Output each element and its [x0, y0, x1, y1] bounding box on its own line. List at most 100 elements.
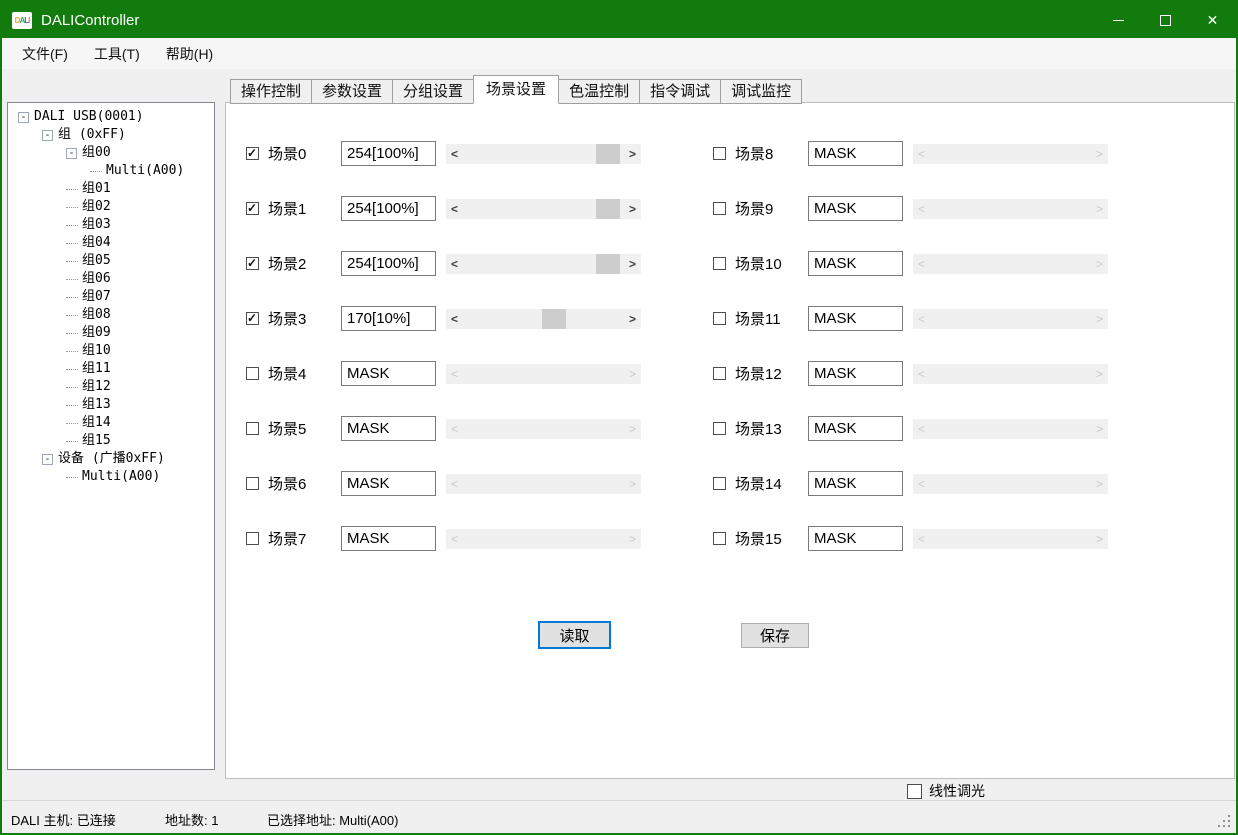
scene-slider[interactable]: < >	[913, 364, 1108, 384]
close-button[interactable]: ✕	[1189, 2, 1236, 38]
scroll-right-icon[interactable]: >	[624, 529, 641, 549]
scroll-left-icon[interactable]: <	[913, 474, 930, 494]
scene-slider[interactable]: < >	[446, 474, 641, 494]
scroll-track[interactable]	[930, 254, 1091, 274]
menu-help[interactable]: 帮助(H)	[166, 44, 213, 64]
tree-item[interactable]: 组03	[10, 216, 214, 234]
scene-slider[interactable]: < >	[913, 529, 1108, 549]
scroll-track[interactable]	[930, 419, 1091, 439]
tree-item[interactable]: 组10	[10, 342, 214, 360]
tree-item[interactable]: 组09	[10, 324, 214, 342]
scroll-right-icon[interactable]: >	[1091, 199, 1108, 219]
scroll-left-icon[interactable]: <	[913, 364, 930, 384]
scroll-left-icon[interactable]: <	[446, 529, 463, 549]
scroll-track[interactable]	[463, 144, 624, 164]
scene-checkbox[interactable]	[246, 367, 259, 380]
save-button[interactable]: 保存	[741, 623, 809, 648]
scroll-left-icon[interactable]: <	[446, 364, 463, 384]
scroll-track[interactable]	[930, 474, 1091, 494]
tree-item[interactable]: 组15	[10, 432, 214, 450]
tab-command-debug[interactable]: 指令调试	[639, 79, 721, 104]
tab-parameter-settings[interactable]: 参数设置	[311, 79, 393, 104]
scene-checkbox[interactable]	[246, 312, 259, 325]
scene-value-input[interactable]	[341, 141, 436, 166]
scene-checkbox[interactable]	[246, 202, 259, 215]
scene-value-input[interactable]	[808, 526, 903, 551]
tree-item[interactable]: -组00	[10, 144, 214, 162]
tab-debug-monitor[interactable]: 调试监控	[720, 79, 802, 104]
tree-item[interactable]: 组11	[10, 360, 214, 378]
scene-checkbox[interactable]	[713, 422, 726, 435]
menu-tools[interactable]: 工具(T)	[94, 44, 140, 64]
scene-slider[interactable]: < >	[913, 419, 1108, 439]
scene-checkbox[interactable]	[713, 367, 726, 380]
tree-expander-icon[interactable]: -	[66, 148, 77, 159]
scroll-right-icon[interactable]: >	[624, 474, 641, 494]
scroll-right-icon[interactable]: >	[624, 309, 641, 329]
linear-dimming-checkbox[interactable]	[907, 784, 922, 799]
scroll-right-icon[interactable]: >	[624, 419, 641, 439]
scene-checkbox[interactable]	[246, 532, 259, 545]
scroll-right-icon[interactable]: >	[624, 254, 641, 274]
scene-value-input[interactable]	[808, 361, 903, 386]
tree-item[interactable]: -设备 (广播0xFF)	[10, 450, 214, 468]
scroll-thumb[interactable]	[596, 144, 620, 164]
scroll-right-icon[interactable]: >	[624, 364, 641, 384]
tab-color-temp-control[interactable]: 色温控制	[558, 79, 640, 104]
scene-value-input[interactable]	[808, 141, 903, 166]
scene-value-input[interactable]	[808, 251, 903, 276]
scroll-track[interactable]	[463, 254, 624, 274]
resize-grip[interactable]	[1228, 825, 1230, 827]
scroll-right-icon[interactable]: >	[1091, 254, 1108, 274]
scene-value-input[interactable]	[808, 196, 903, 221]
scroll-track[interactable]	[463, 529, 624, 549]
tree-expander-icon[interactable]: -	[42, 454, 53, 465]
scroll-right-icon[interactable]: >	[1091, 474, 1108, 494]
read-button[interactable]: 读取	[538, 621, 611, 649]
scroll-right-icon[interactable]: >	[1091, 144, 1108, 164]
scroll-track[interactable]	[463, 474, 624, 494]
tree-item[interactable]: Multi(A00)	[10, 468, 214, 486]
scene-value-input[interactable]	[808, 306, 903, 331]
tree-expander-icon[interactable]: -	[42, 130, 53, 141]
scene-checkbox[interactable]	[713, 312, 726, 325]
tab-operation-control[interactable]: 操作控制	[230, 79, 312, 104]
scroll-left-icon[interactable]: <	[446, 474, 463, 494]
scene-checkbox[interactable]	[246, 422, 259, 435]
tree-item[interactable]: 组01	[10, 180, 214, 198]
scene-slider[interactable]: < >	[446, 529, 641, 549]
tree-item[interactable]: 组06	[10, 270, 214, 288]
tree-item[interactable]: 组05	[10, 252, 214, 270]
scroll-right-icon[interactable]: >	[1091, 419, 1108, 439]
tree-item[interactable]: 组14	[10, 414, 214, 432]
scene-value-input[interactable]	[341, 416, 436, 441]
scroll-track[interactable]	[463, 419, 624, 439]
scroll-track[interactable]	[463, 199, 624, 219]
scroll-left-icon[interactable]: <	[446, 144, 463, 164]
scroll-track[interactable]	[930, 529, 1091, 549]
scene-value-input[interactable]	[808, 416, 903, 441]
scroll-right-icon[interactable]: >	[624, 144, 641, 164]
tree-item[interactable]: 组13	[10, 396, 214, 414]
tree-item[interactable]: 组08	[10, 306, 214, 324]
scene-slider[interactable]: < >	[446, 254, 641, 274]
tree-expander-icon[interactable]: -	[18, 112, 29, 123]
scene-value-input[interactable]	[341, 196, 436, 221]
scene-checkbox[interactable]	[246, 147, 259, 160]
scroll-thumb[interactable]	[596, 254, 620, 274]
scroll-track[interactable]	[463, 309, 624, 329]
scene-slider[interactable]: < >	[446, 309, 641, 329]
tree-item[interactable]: -组 (0xFF)	[10, 126, 214, 144]
scroll-right-icon[interactable]: >	[1091, 364, 1108, 384]
scroll-track[interactable]	[930, 364, 1091, 384]
scene-slider[interactable]: < >	[446, 199, 641, 219]
scroll-left-icon[interactable]: <	[446, 419, 463, 439]
scroll-thumb[interactable]	[596, 199, 620, 219]
scroll-track[interactable]	[930, 309, 1091, 329]
tree-item[interactable]: 组12	[10, 378, 214, 396]
scroll-left-icon[interactable]: <	[913, 419, 930, 439]
scene-slider[interactable]: < >	[446, 419, 641, 439]
scroll-right-icon[interactable]: >	[1091, 529, 1108, 549]
scene-value-input[interactable]	[341, 251, 436, 276]
scene-value-input[interactable]	[341, 471, 436, 496]
